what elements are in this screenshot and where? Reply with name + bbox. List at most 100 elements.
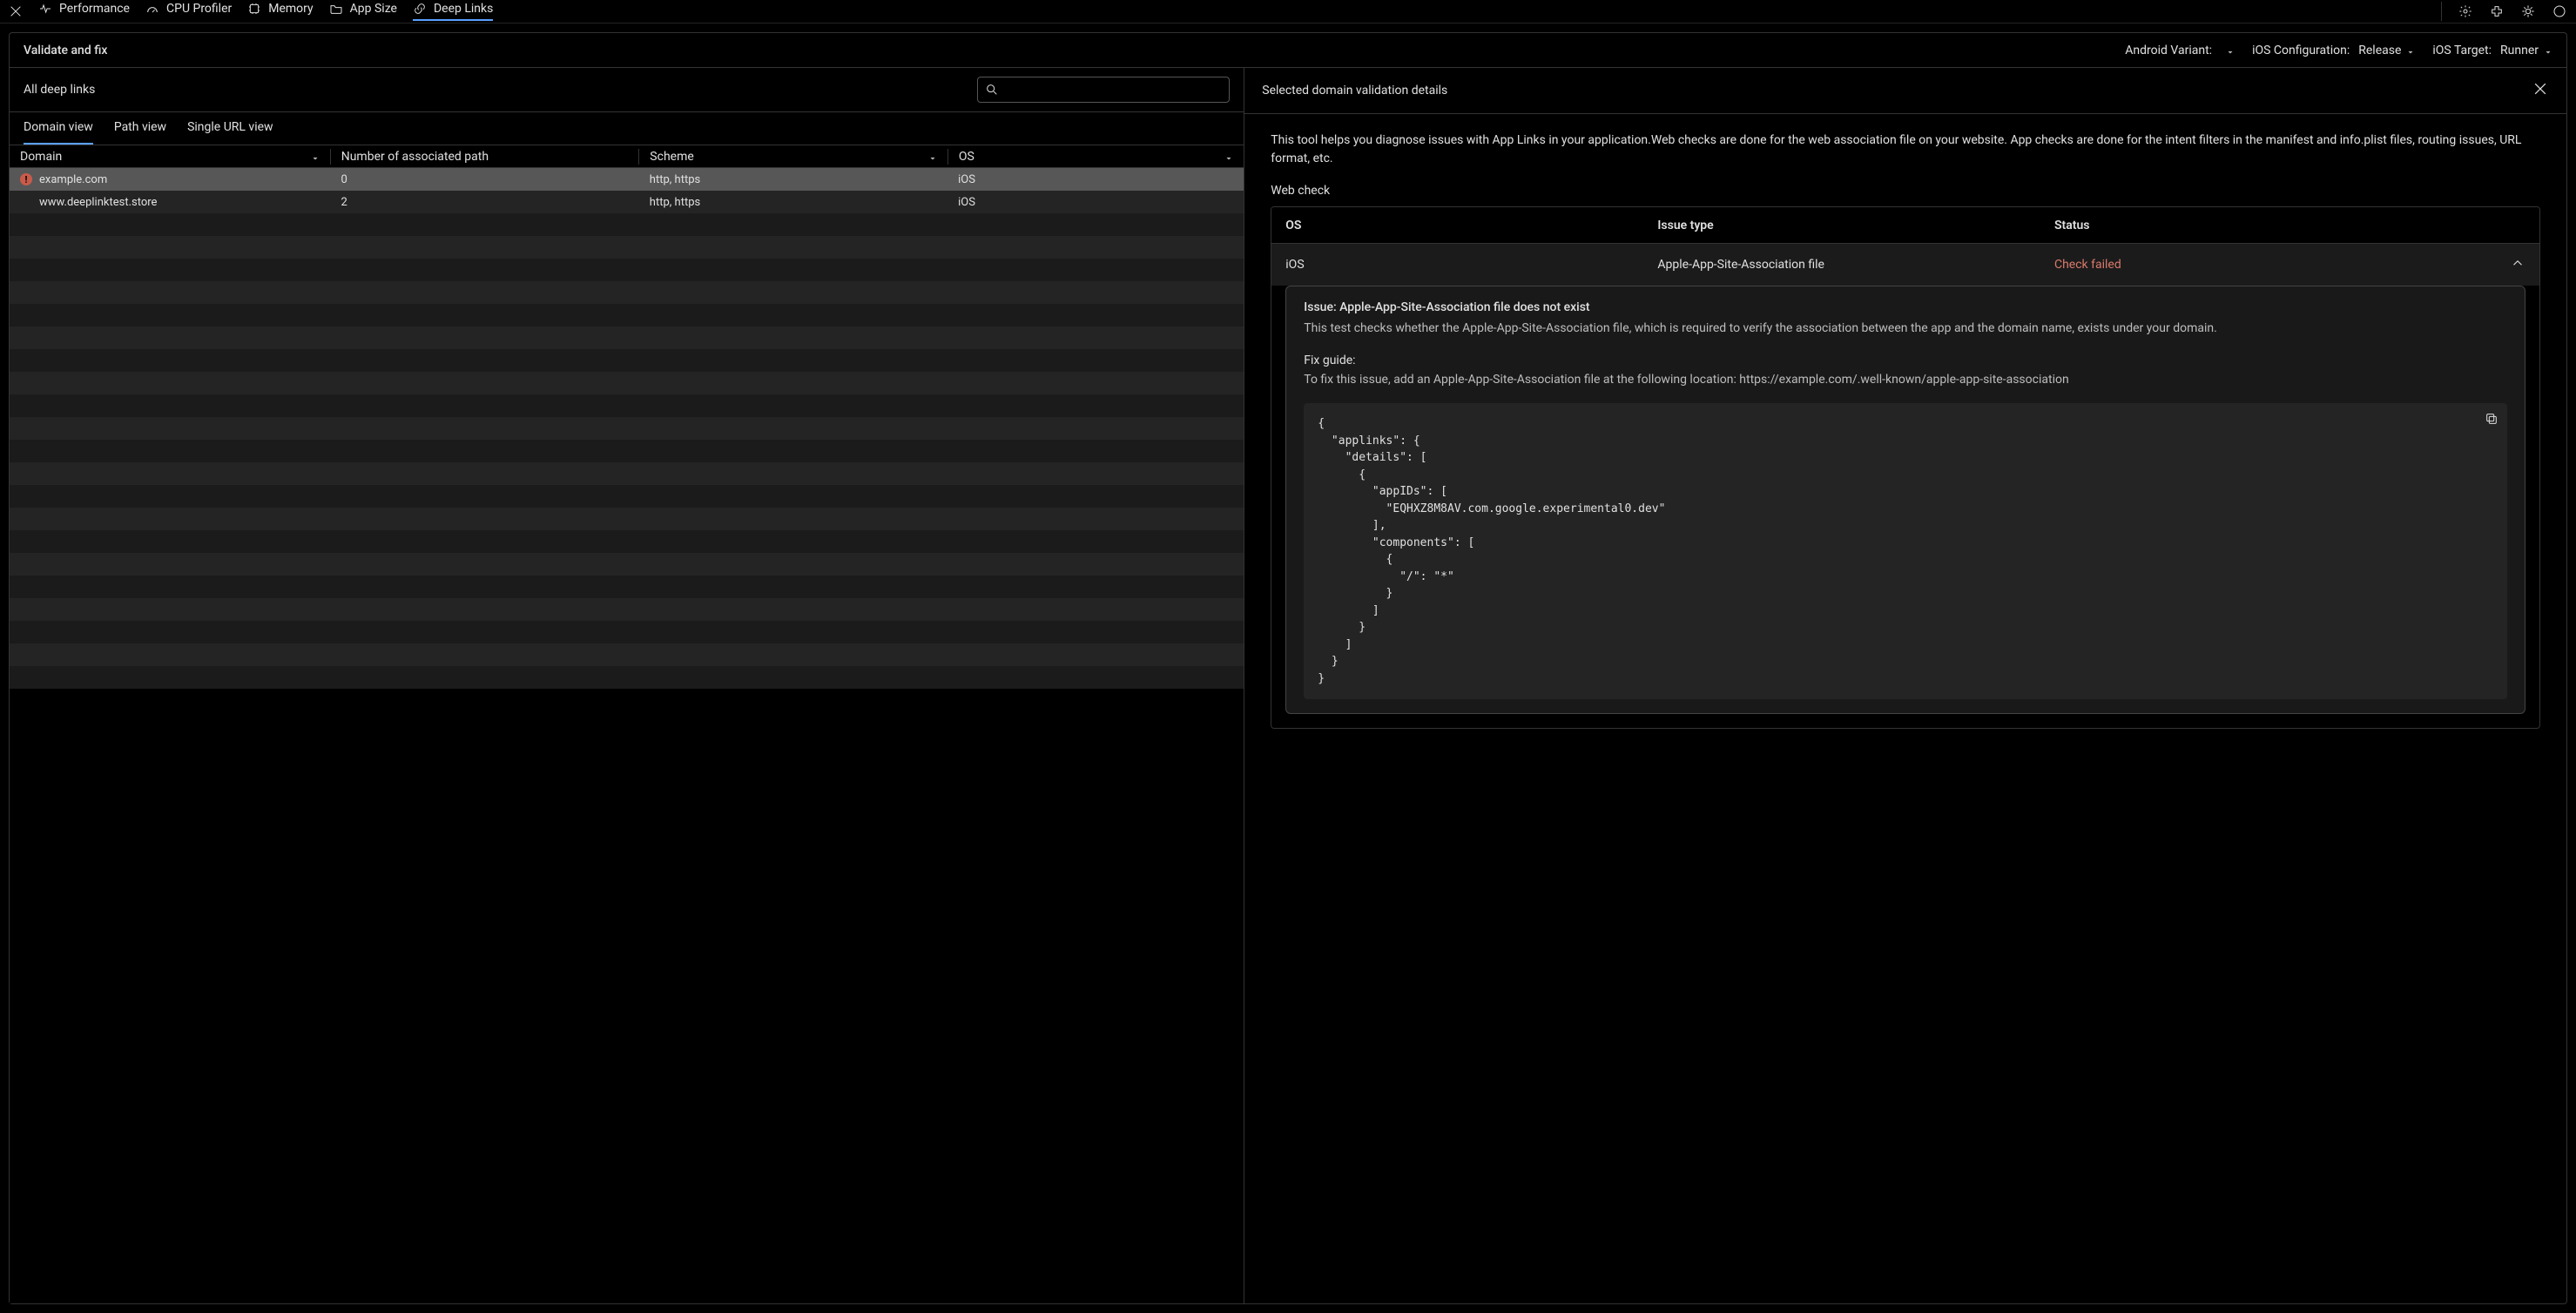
ios-config-value: Release [2358,44,2401,57]
cell-scheme: http, https [639,196,947,209]
debug-icon[interactable] [2520,3,2536,19]
cell-os: iOS [947,196,1244,209]
error-icon: ! [20,173,32,185]
fix-title: Fix guide: [1304,354,2507,367]
table-row [10,530,1244,553]
panel-title: Validate and fix [24,44,107,57]
close-button[interactable] [2532,80,2549,101]
th-domain-label: Domain [20,150,62,164]
wc-cell-type: Apple-App-Site-Association file [1657,258,2054,272]
tab-app-size[interactable]: App Size [329,2,397,21]
tab-domain-view[interactable]: Domain view [24,120,93,145]
tools-icon[interactable] [9,4,23,18]
th-paths[interactable]: Number of associated path [331,150,639,164]
ios-target-dropdown[interactable]: Runner [2500,44,2552,57]
table-row [10,576,1244,598]
nav-label: Memory [268,2,313,16]
web-check-label: Web check [1271,184,2540,198]
tab-cpu-profiler[interactable]: CPU Profiler [145,2,232,21]
chevron-down-icon [928,152,937,161]
th-scheme[interactable]: Scheme [639,150,947,164]
panel: Validate and fix Android Variant: iOS Co… [9,32,2567,1304]
nav-label: Performance [59,2,130,16]
search-input[interactable] [999,83,1222,97]
more-icon[interactable] [2552,3,2567,19]
settings-icon[interactable] [2458,3,2473,19]
wc-row[interactable]: iOS Apple-App-Site-Association file Chec… [1271,244,2539,286]
table-row [10,349,1244,372]
tab-deep-links[interactable]: Deep Links [413,2,493,21]
tab-path-view[interactable]: Path view [114,120,166,145]
pulse-icon [38,2,52,16]
ios-config-dropdown[interactable]: Release [2358,44,2415,57]
nav-left: Performance CPU Profiler Memory App Size [9,2,493,21]
right-pane: Selected domain validation details This … [1244,68,2566,1303]
table-body[interactable]: ! example.com 0http, httpsiOSwww.deeplinkt… [10,168,1244,1303]
table-row [10,372,1244,394]
cell-paths: 0 [330,173,638,186]
table-row [10,417,1244,440]
th-domain[interactable]: Domain [10,150,330,164]
chevron-down-icon [2406,46,2415,55]
table-header-row: Domain Number of associated path Scheme [10,145,1244,168]
code-content[interactable]: { "applinks": { "details": [ { "appIDs":… [1318,415,2493,687]
table-row [10,440,1244,462]
table-row [10,553,1244,576]
code-block: { "applinks": { "details": [ { "appIDs":… [1304,403,2507,699]
main: Validate and fix Android Variant: iOS Co… [0,24,2576,1313]
copy-button[interactable] [2485,412,2498,429]
cell-paths: 2 [330,196,638,209]
table-row [10,304,1244,327]
layers-icon [247,2,261,16]
nav-right [2441,2,2567,21]
extensions-icon[interactable] [2489,3,2505,19]
th-paths-label: Number of associated path [341,150,489,164]
top-nav: Performance CPU Profiler Memory App Size [0,0,2576,24]
table-row [10,281,1244,304]
tab-memory[interactable]: Memory [247,2,313,21]
wc-cell-status: Check failed [2054,258,2510,272]
android-variant-label: Android Variant: [2125,44,2212,57]
right-header-title: Selected domain validation details [1262,84,1447,98]
link-icon [413,2,427,16]
chevron-down-icon [1224,152,1233,161]
body-split: All deep links Domain view Path view Sin… [10,68,2566,1303]
table-row [10,621,1244,643]
table-row [10,236,1244,259]
left-header: All deep links [10,68,1244,112]
table-row [10,485,1244,508]
wc-th-type: Issue type [1657,219,2054,232]
cell-domain: example.com [39,173,107,186]
tab-performance[interactable]: Performance [38,2,130,21]
chevron-down-icon [2226,46,2235,55]
tab-single-url-view[interactable]: Single URL view [187,120,273,145]
config-right: Android Variant: iOS Configuration: Rele… [2125,44,2552,57]
chevron-up-icon[interactable] [2510,255,2525,274]
table-row[interactable]: www.deeplinktest.store2http, httpsiOS [10,191,1244,213]
chevron-down-icon [2544,46,2552,55]
wc-cell-os: iOS [1285,258,1657,272]
search-box[interactable] [977,77,1230,103]
th-os[interactable]: OS [948,150,1244,164]
table-row [10,327,1244,349]
android-variant-dropdown[interactable] [2221,46,2235,55]
ios-config-field: iOS Configuration: Release [2252,44,2415,57]
table-row [10,213,1244,236]
folder-icon [329,2,343,16]
ios-target-value: Runner [2500,44,2539,57]
left-header-title: All deep links [24,83,95,97]
description-text: This tool helps you diagnose issues with… [1271,131,2540,168]
table-row[interactable]: !example.com0http, httpsiOS [10,168,1244,191]
right-body: This tool helps you diagnose issues with… [1244,114,2566,1303]
nav-label: App Size [350,2,397,16]
issue-title: Issue: Apple-App-Site-Association file d… [1304,300,2507,314]
separator [2441,2,2442,21]
ios-target-label: iOS Target: [2432,44,2492,57]
ios-target-field: iOS Target: Runner [2432,44,2552,57]
th-scheme-label: Scheme [650,150,693,164]
table-row [10,643,1244,666]
issue-detail-card: Issue: Apple-App-Site-Association file d… [1285,286,2525,714]
th-os-label: OS [959,150,974,164]
table-row [10,666,1244,689]
table-row [10,508,1244,530]
